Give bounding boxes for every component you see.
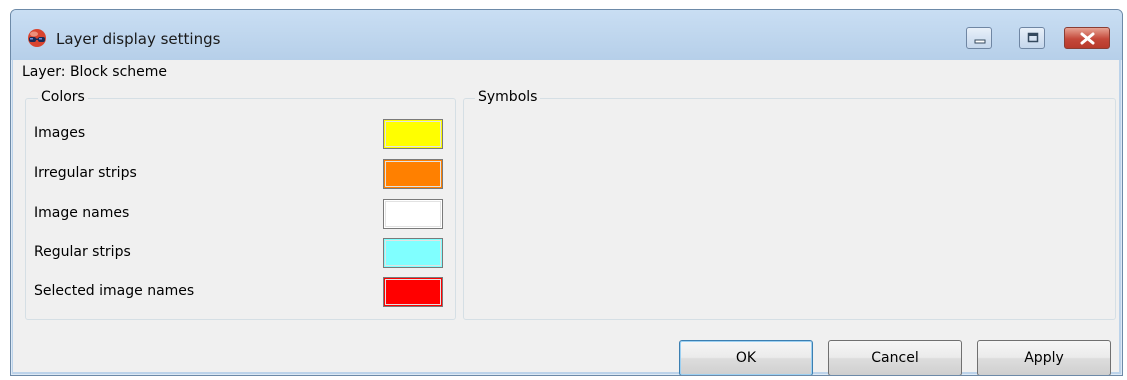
color-swatch-selected-image-names[interactable] — [383, 277, 443, 307]
color-swatch-regular-strips[interactable] — [383, 238, 443, 268]
color-swatch-images[interactable] — [383, 119, 443, 149]
color-row-irregular-strips: Irregular strips — [26, 159, 455, 189]
color-label-selected-image-names: Selected image names — [34, 283, 195, 299]
window-title: Layer display settings — [56, 30, 221, 48]
apply-button[interactable]: Apply — [977, 340, 1111, 375]
ok-button[interactable]: OK — [679, 340, 813, 375]
app-globe-glasses-icon — [26, 28, 48, 48]
color-row-regular-strips: Regular strips — [26, 238, 455, 268]
color-swatch-irregular-strips[interactable] — [383, 159, 443, 189]
color-label-image-names: Image names — [34, 205, 130, 221]
color-label-images: Images — [34, 125, 86, 141]
close-icon — [1080, 32, 1095, 45]
dialog-window: Layer display settings Layer: Block sche… — [10, 9, 1123, 376]
minimize-icon — [974, 39, 986, 44]
maximize-button[interactable] — [1019, 27, 1045, 49]
close-button[interactable] — [1064, 27, 1110, 49]
color-label-regular-strips: Regular strips — [34, 244, 131, 260]
minimize-button[interactable] — [966, 27, 992, 49]
cancel-button[interactable]: Cancel — [828, 340, 962, 375]
colors-groupbox: Colors Images Irregular strips Image nam… — [25, 89, 456, 320]
color-label-irregular-strips: Irregular strips — [34, 165, 137, 181]
title-bar[interactable]: Layer display settings — [11, 10, 1122, 60]
color-row-selected-image-names: Selected image names — [26, 277, 455, 307]
color-row-image-names: Image names — [26, 199, 455, 229]
symbols-groupbox: Symbols — [463, 89, 1116, 320]
dialog-client-area: Layer: Block scheme Colors Images Irregu… — [13, 60, 1119, 375]
colors-group-title: Colors — [38, 89, 88, 105]
symbols-group-title: Symbols — [475, 89, 541, 105]
color-swatch-image-names[interactable] — [383, 199, 443, 229]
color-row-images: Images — [26, 119, 455, 149]
maximize-icon — [1027, 32, 1039, 43]
layer-name-label: Layer: Block scheme — [22, 64, 167, 80]
